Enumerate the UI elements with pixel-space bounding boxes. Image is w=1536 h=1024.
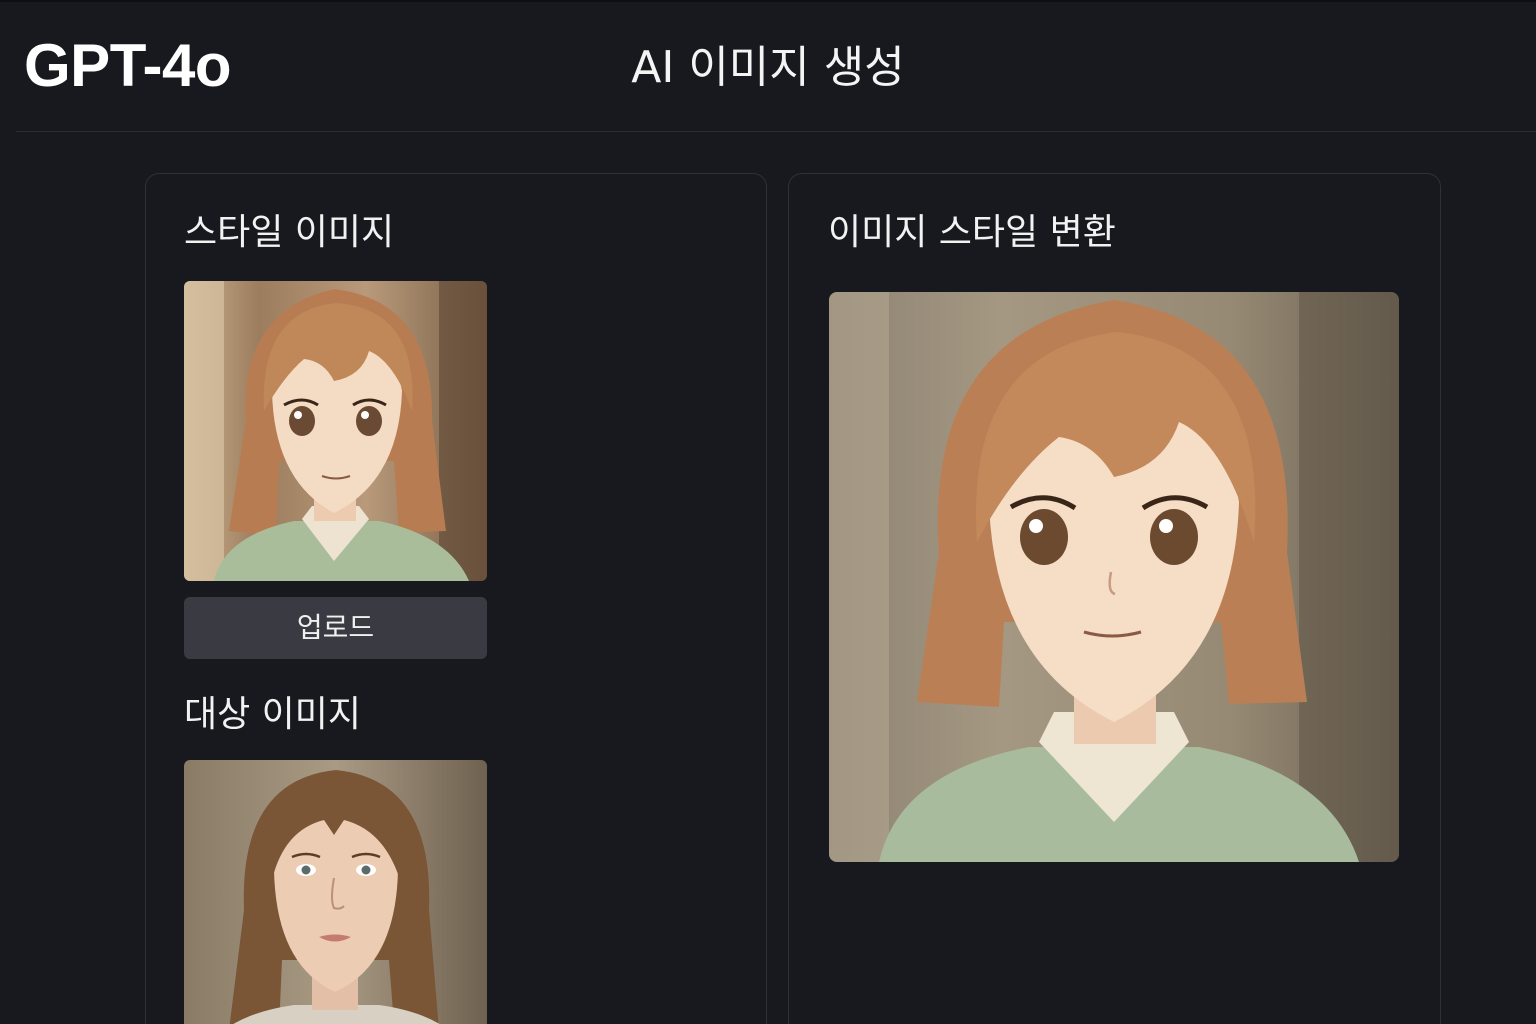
input-panel: 스타일 이미지 업로드 대상 이미지 xyxy=(145,173,767,1024)
page-title: AI 이미지 생성 xyxy=(631,42,905,93)
style-image-preview xyxy=(184,281,487,581)
app-window: GPT-4o AI 이미지 생성 스타일 이미지 업로드 대상 이미지 이미지 … xyxy=(0,0,1536,1024)
style-transfer-heading: 이미지 스타일 변환 xyxy=(828,212,1116,253)
upload-button[interactable]: 업로드 xyxy=(184,597,487,659)
result-image-preview xyxy=(829,292,1399,862)
header-divider xyxy=(16,131,1536,132)
header: GPT-4o AI 이미지 생성 xyxy=(0,0,1536,132)
target-image-heading: 대상 이미지 xyxy=(184,694,362,735)
output-panel: 이미지 스타일 변환 xyxy=(788,173,1441,1024)
style-image-heading: 스타일 이미지 xyxy=(184,212,395,253)
target-image-preview xyxy=(184,760,487,1024)
